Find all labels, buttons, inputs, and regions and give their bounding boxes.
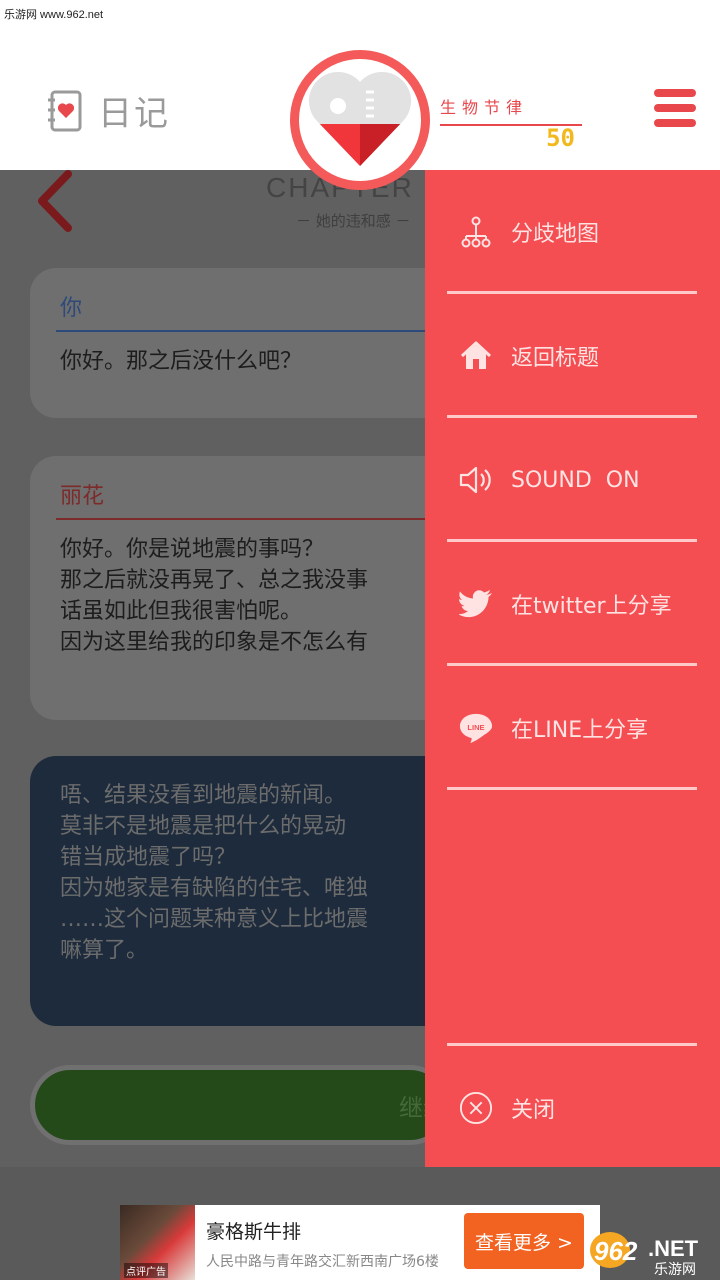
hamburger-bar <box>654 104 696 112</box>
menu-item-label: 返回标题 <box>511 346 600 371</box>
close-icon <box>459 1091 493 1125</box>
heart-icon <box>308 72 412 167</box>
side-menu: 分歧地图 返回标题 SOUND ON 在twitter上分享 LINE 在LIN… <box>425 170 720 1167</box>
dialogue-text: 你好。那之后没什么吧？ <box>60 349 303 374</box>
menu-item-label: SOUND ON <box>511 467 640 493</box>
narration-box: 唔、结果没看到地震的新闻。 莫非不是地震是把什么的晃动 错当成地震了吗？ 因为她… <box>30 756 450 1026</box>
menu-divider <box>447 787 697 790</box>
svg-text:乐游网: 乐游网 <box>654 1262 696 1276</box>
branch-map-icon <box>459 215 493 249</box>
hamburger-menu-button[interactable] <box>654 89 696 127</box>
svg-text:.NET: .NET <box>648 1236 699 1261</box>
hamburger-bar <box>654 119 696 127</box>
narration-text: 唔、结果没看到地震的新闻。 莫非不是地震是把什么的晃动 错当成地震了吗？ 因为她… <box>60 783 369 963</box>
ad-image: 点评广告 <box>120 1205 195 1280</box>
menu-item-return-title[interactable]: 返回标题 <box>447 294 697 418</box>
menu-item-sound[interactable]: SOUND ON <box>447 418 697 542</box>
menu-item-label: 在LINE上分享 <box>511 718 649 743</box>
menu-item-share-line[interactable]: LINE 在LINE上分享 <box>447 666 697 790</box>
ad-description: 人民中路与青年路交汇新西南广场6楼 <box>206 1254 439 1270</box>
ad-title: 豪格斯牛排 <box>206 1221 302 1243</box>
speaker-name: 丽花 <box>60 484 105 509</box>
diary-title: 日记 <box>98 94 170 134</box>
line-icon: LINE <box>459 711 493 745</box>
biorhythm-gauge: 生物节律 50 <box>440 94 585 152</box>
menu-item-label: 在twitter上分享 <box>511 594 672 619</box>
biorhythm-value: 50 <box>546 124 575 152</box>
menu-item-share-twitter[interactable]: 在twitter上分享 <box>447 542 697 666</box>
chapter-subtitle: － 她的违和感 － <box>296 212 411 230</box>
speaker-icon <box>459 463 493 497</box>
dialogue-bubble: 你 你好。那之后没什么吧？ <box>30 268 450 418</box>
hamburger-bar <box>654 89 696 97</box>
speaker-name: 你 <box>60 296 83 321</box>
svg-text:LINE: LINE <box>467 723 484 732</box>
ad-view-more-button[interactable]: 查看更多 > <box>464 1213 584 1269</box>
twitter-icon <box>459 587 493 621</box>
close-label: 关闭 <box>511 1098 556 1123</box>
back-arrow-icon[interactable] <box>34 170 74 232</box>
heart-meter <box>290 50 430 190</box>
ad-banner[interactable]: 点评广告 豪格斯牛排 人民中路与青年路交汇新西南广场6楼 查看更多 > <box>120 1205 600 1280</box>
close-menu-button[interactable]: 关闭 <box>447 1046 697 1170</box>
dialogue-bubble: 丽花 你好。你是说地震的事吗？ 那之后就没再晃了、总之我没事 话虽如此但我很害怕… <box>30 456 450 720</box>
diary-button[interactable]: 日记 <box>46 86 170 135</box>
notebook-heart-icon <box>48 90 82 131</box>
menu-item-label: 分歧地图 <box>511 222 600 247</box>
svg-text:962: 962 <box>594 1236 638 1266</box>
biorhythm-label: 生物节律 <box>440 98 529 117</box>
continue-button[interactable]: 继续 <box>30 1065 450 1145</box>
ad-image-label: 点评广告 <box>124 1263 168 1278</box>
site-logo: 962 .NET 乐游网 <box>590 1232 699 1276</box>
watermark: 乐游网 www.962.net <box>4 9 104 21</box>
dialogue-text: 你好。你是说地震的事吗？ 那之后就没再晃了、总之我没事 话虽如此但我很害怕呢。 … <box>60 537 369 655</box>
home-icon <box>459 339 493 373</box>
menu-item-branch-map[interactable]: 分歧地图 <box>447 170 697 294</box>
